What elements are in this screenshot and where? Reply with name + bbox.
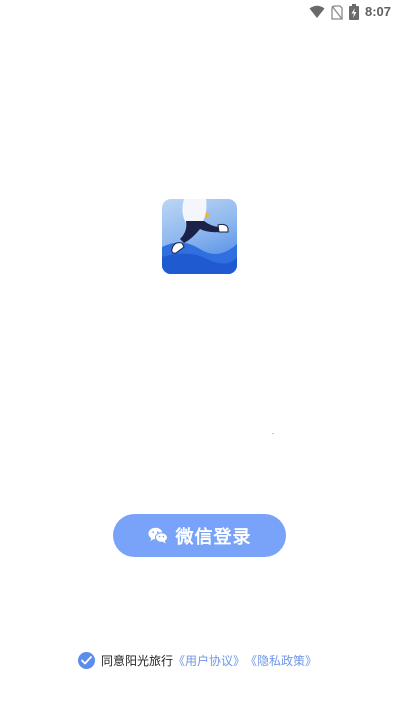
privacy-policy-link[interactable]: 《隐私政策》	[245, 652, 317, 669]
decorative-dot	[272, 433, 274, 434]
wechat-login-button[interactable]: 微信登录	[113, 514, 286, 557]
check-icon	[81, 655, 92, 664]
no-sim-icon	[331, 4, 343, 20]
status-bar: 8:07	[0, 0, 400, 24]
wifi-icon	[309, 5, 325, 19]
status-time: 8:07	[364, 4, 391, 19]
app-logo-icon	[162, 199, 237, 274]
agreement-checkbox[interactable]	[78, 651, 95, 669]
agreement-row: 同意阳光旅行 《用户协议》 《隐私政策》	[78, 650, 317, 670]
login-screen: 8:07 微信登录 同意阳光旅行 《用户协议》 《隐私政策》	[0, 0, 400, 711]
user-agreement-link[interactable]: 《用户协议》	[173, 652, 245, 669]
wechat-icon	[148, 527, 168, 544]
status-icons: 8:07	[309, 2, 391, 22]
agreement-prefix: 同意阳光旅行	[101, 653, 174, 668]
battery-charging-icon	[348, 4, 359, 20]
wechat-login-label: 微信登录	[175, 526, 252, 548]
